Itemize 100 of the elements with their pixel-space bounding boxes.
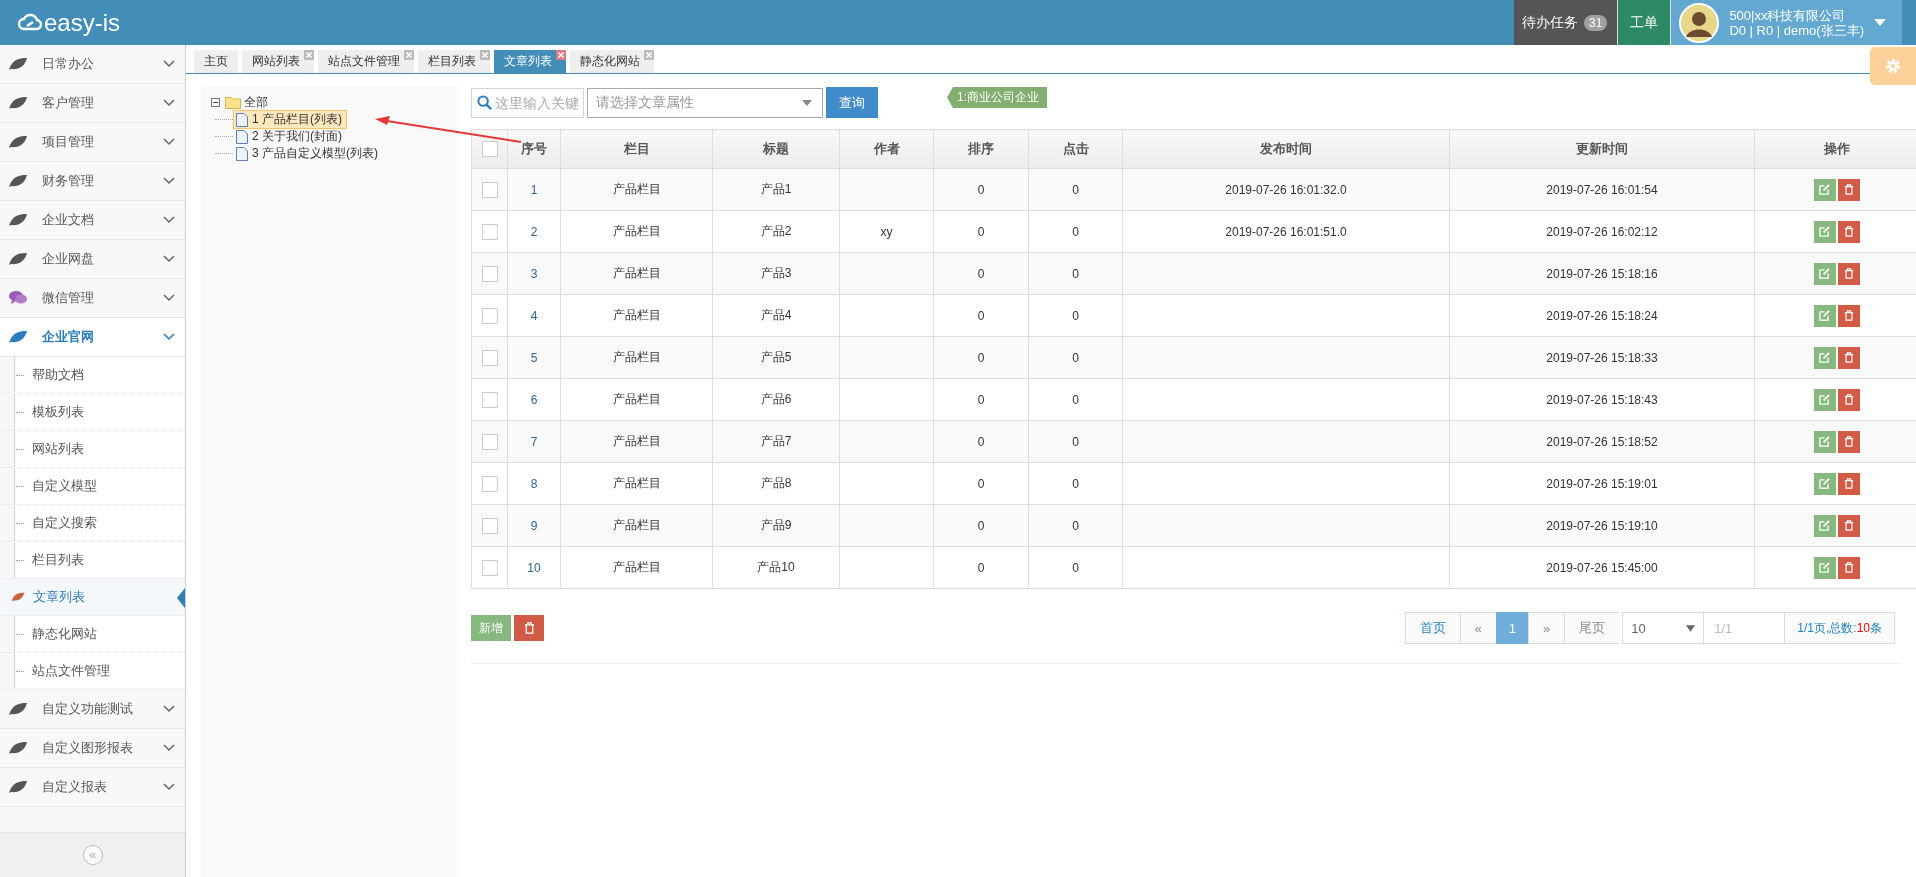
edit-button[interactable] — [1813, 514, 1836, 537]
edit-button[interactable] — [1813, 220, 1836, 243]
checkbox[interactable] — [481, 349, 498, 366]
menu-item[interactable]: 自定义报表 — [0, 768, 185, 807]
leaf-icon — [8, 135, 28, 149]
menu-item[interactable]: 企业网盘 — [0, 240, 185, 279]
close-icon[interactable] — [556, 50, 566, 60]
checkbox[interactable] — [481, 265, 498, 282]
delete-button[interactable] — [1837, 346, 1860, 369]
checkbox[interactable] — [481, 433, 498, 450]
tab[interactable]: 主页 — [194, 50, 238, 73]
edit-icon — [1819, 226, 1830, 237]
first-page-button[interactable]: 首页 — [1404, 612, 1460, 644]
edit-button[interactable] — [1813, 388, 1836, 411]
delete-button[interactable] — [1837, 388, 1860, 411]
page-size-select[interactable]: 10 — [1622, 612, 1705, 644]
tree-node[interactable]: 2 关于我们(封面) — [233, 127, 347, 146]
checkbox[interactable] — [481, 307, 498, 324]
workorder-button[interactable]: 工单 — [1618, 0, 1672, 45]
tab[interactable]: 网站列表 — [242, 50, 314, 73]
document-icon — [236, 146, 248, 161]
menu-item[interactable]: 自定义图形报表 — [0, 729, 185, 768]
menu-item[interactable]: 企业文档 — [0, 201, 185, 240]
column-header: 栏目 — [560, 129, 713, 169]
trash-icon — [1843, 436, 1854, 447]
menu-item[interactable]: 自定义功能测试 — [0, 690, 185, 729]
submenu-item[interactable]: 网站列表 — [1, 431, 185, 468]
checkbox[interactable] — [481, 475, 498, 492]
menu-item[interactable]: 企业官网 — [0, 318, 185, 357]
submenu-item[interactable]: 静态化网站 — [1, 616, 185, 653]
trash-icon — [1843, 478, 1854, 489]
leaf-icon — [8, 252, 28, 266]
chevron-icon — [163, 705, 175, 713]
table-cell: 0 — [977, 266, 985, 281]
page-input[interactable]: 1/1 — [1704, 612, 1786, 644]
delete-button[interactable] — [1837, 514, 1860, 537]
app-logo: easy-is — [44, 8, 121, 37]
edit-button[interactable] — [1813, 430, 1836, 453]
checkbox[interactable] — [481, 223, 498, 240]
settings-icon — [1884, 57, 1902, 75]
settings-button[interactable] — [1870, 47, 1916, 85]
chevron-icon — [163, 177, 175, 185]
edit-button[interactable] — [1813, 304, 1836, 327]
menu-item[interactable]: 客户管理 — [0, 84, 185, 123]
table-cell: 产品4 — [760, 308, 792, 322]
tree-node[interactable]: 全部 — [244, 94, 268, 111]
checkbox[interactable] — [481, 559, 498, 576]
checkbox[interactable] — [481, 141, 498, 158]
table-cell: 3 — [530, 266, 538, 281]
edit-button[interactable] — [1813, 262, 1836, 285]
table-cell: 产品3 — [760, 266, 792, 280]
table-cell: 产品栏目 — [612, 266, 661, 280]
submenu-item[interactable]: 帮助文档 — [1, 357, 185, 394]
table-cell: 0 — [1072, 392, 1079, 407]
tab[interactable]: 站点文件管理 — [318, 50, 414, 73]
last-page-button[interactable]: 尾页 — [1564, 612, 1620, 644]
next-page-button[interactable]: » — [1528, 612, 1565, 644]
checkbox[interactable] — [481, 517, 498, 534]
table-cell: 2019-07-26 15:19:01 — [1546, 476, 1658, 491]
tab[interactable]: 文章列表 — [494, 50, 566, 73]
query-button[interactable]: 查询 — [826, 87, 878, 118]
close-icon[interactable] — [644, 50, 654, 60]
checkbox[interactable] — [481, 181, 498, 198]
submenu-item[interactable]: 站点文件管理 — [1, 653, 185, 690]
menu-item[interactable]: 日常办公 — [0, 45, 185, 84]
collapse-toggle-icon[interactable] — [211, 98, 220, 107]
table-cell: 0 — [1072, 476, 1079, 491]
close-icon[interactable] — [404, 50, 414, 60]
submenu-item[interactable]: 自定义模型 — [1, 468, 185, 505]
delete-button[interactable] — [1837, 430, 1860, 453]
submenu-item[interactable]: 模板列表 — [1, 394, 185, 431]
table-cell: 4 — [530, 308, 538, 323]
search-field[interactable]: 这里输入关键 — [471, 87, 584, 118]
previous-page-button[interactable]: « — [1459, 612, 1496, 644]
edit-icon — [1819, 562, 1830, 573]
checkbox[interactable] — [481, 391, 498, 408]
delete-button[interactable] — [1837, 556, 1860, 579]
tree-node[interactable]: 3 产品自定义模型(列表) — [233, 144, 383, 163]
tree-node[interactable]: 1 产品栏目(列表) — [233, 110, 347, 129]
edit-button[interactable] — [1813, 346, 1836, 369]
tab[interactable]: 静态化网站 — [570, 50, 654, 73]
tab[interactable]: 栏目列表 — [418, 50, 490, 73]
delete-button[interactable] — [1837, 472, 1860, 495]
todo-button[interactable]: 待办任务 31 — [1514, 0, 1619, 45]
delete-button[interactable] — [514, 615, 544, 641]
submenu-item[interactable]: 自定义搜索 — [1, 505, 185, 542]
edit-button[interactable] — [1813, 472, 1836, 495]
submenu-item[interactable]: 文章列表 — [1, 579, 185, 616]
menu-item[interactable]: 项目管理 — [0, 123, 185, 162]
delete-button[interactable] — [1837, 178, 1860, 201]
edit-button[interactable] — [1813, 556, 1836, 579]
caret-icon — [802, 99, 812, 106]
edit-button[interactable] — [1813, 178, 1836, 201]
table-cell: 2019-07-26 15:18:24 — [1546, 308, 1658, 323]
delete-button[interactable] — [1837, 262, 1860, 285]
close-icon[interactable] — [304, 50, 314, 60]
menu-item[interactable]: 财务管理 — [0, 162, 185, 201]
close-icon[interactable] — [480, 50, 490, 60]
delete-button[interactable] — [1837, 304, 1860, 327]
delete-button[interactable] — [1837, 220, 1860, 243]
